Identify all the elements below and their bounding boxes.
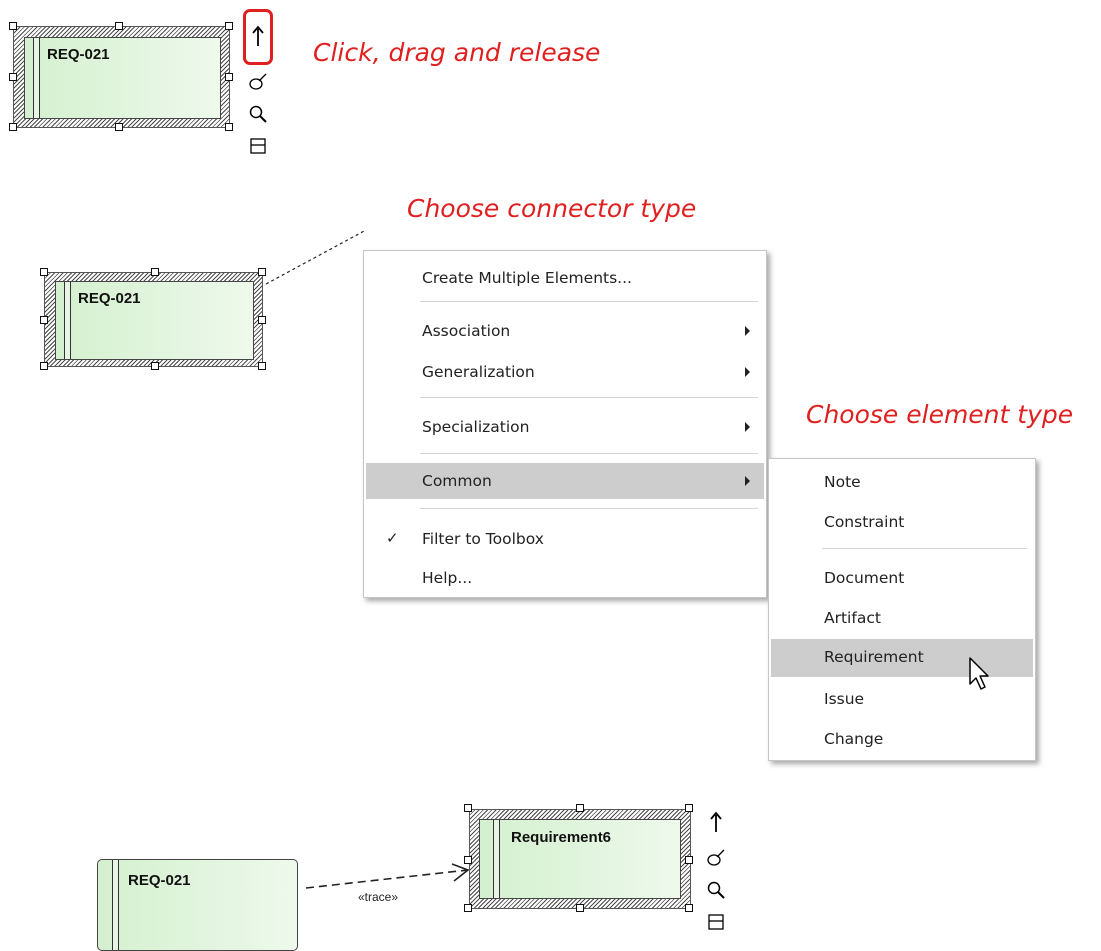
element-name: REQ-021 <box>47 46 110 63</box>
resize-handle[interactable] <box>258 362 266 370</box>
submenu-item-artifact[interactable]: Artifact <box>771 600 1033 636</box>
menu-separator <box>420 453 758 454</box>
up-arrow-icon[interactable] <box>248 25 268 46</box>
element-stripe <box>493 820 500 898</box>
requirement-element-req-021[interactable]: REQ-021 <box>97 859 298 951</box>
menu-separator <box>420 397 758 398</box>
magnifier-icon[interactable] <box>706 880 726 900</box>
resize-handle[interactable] <box>40 316 48 324</box>
menu-item-help[interactable]: Help... <box>366 560 764 596</box>
menu-item-common[interactable]: Common <box>366 463 764 499</box>
menu-item-association[interactable]: Association <box>366 313 764 349</box>
submenu-arrow-icon <box>745 422 750 432</box>
element-name: REQ-021 <box>78 290 141 307</box>
submenu-arrow-icon <box>745 367 750 377</box>
menu-item-generalization[interactable]: Generalization <box>366 354 764 390</box>
callout-choose-connector: Choose connector type <box>407 194 697 223</box>
resize-handle[interactable] <box>9 123 17 131</box>
resize-handle[interactable] <box>151 268 159 276</box>
submenu-arrow-icon <box>745 476 750 486</box>
menu-separator <box>822 548 1027 549</box>
callout-click-drag-release: Click, drag and release <box>313 38 601 67</box>
resize-handle[interactable] <box>225 22 233 30</box>
element-stripe <box>64 282 71 359</box>
connector-type-menu: Create Multiple Elements... Association … <box>363 250 767 598</box>
resize-handle[interactable] <box>576 804 584 812</box>
requirement-element-requirement6[interactable]: Requirement6 <box>479 819 681 899</box>
submenu-item-note[interactable]: Note <box>771 464 1033 500</box>
resize-handle[interactable] <box>115 22 123 30</box>
submenu-item-document[interactable]: Document <box>771 560 1033 596</box>
resize-handle[interactable] <box>258 316 266 324</box>
resize-handle[interactable] <box>464 856 472 864</box>
submenu-item-constraint[interactable]: Constraint <box>771 504 1033 540</box>
requirement-element-req-021[interactable]: REQ-021 <box>24 37 221 119</box>
element-stripe <box>112 860 119 950</box>
connector-label: «trace» <box>358 890 399 904</box>
resize-handle[interactable] <box>9 73 17 81</box>
element-stripe <box>33 38 40 118</box>
resize-handle[interactable] <box>225 73 233 81</box>
brush-icon[interactable] <box>248 72 268 92</box>
resize-handle[interactable] <box>40 268 48 276</box>
resize-handle[interactable] <box>464 904 472 912</box>
submenu-arrow-icon <box>745 326 750 336</box>
resize-handle[interactable] <box>115 123 123 131</box>
requirement-element-req-021[interactable]: REQ-021 <box>55 281 254 360</box>
element-name: REQ-021 <box>128 872 191 889</box>
callout-choose-element: Choose element type <box>806 400 1074 429</box>
element-name: Requirement6 <box>511 829 612 846</box>
checkmark-icon: ✓ <box>386 529 399 547</box>
resize-handle[interactable] <box>685 904 693 912</box>
brush-icon[interactable] <box>706 848 726 868</box>
drag-connector-line <box>265 229 367 285</box>
up-arrow-icon[interactable] <box>706 811 726 832</box>
resize-handle[interactable] <box>685 804 693 812</box>
resize-handle[interactable] <box>576 904 584 912</box>
mouse-cursor-icon <box>969 657 989 690</box>
resize-handle[interactable] <box>40 362 48 370</box>
magnifier-icon[interactable] <box>248 104 268 124</box>
window-icon[interactable] <box>248 136 268 156</box>
resize-handle[interactable] <box>464 804 472 812</box>
resize-handle[interactable] <box>151 362 159 370</box>
element-type-submenu: Note Constraint Document Artifact Requir… <box>768 458 1036 761</box>
menu-item-filter-to-toolbox[interactable]: ✓ Filter to Toolbox <box>366 521 764 557</box>
menu-item-create-multiple[interactable]: Create Multiple Elements... <box>366 260 764 296</box>
menu-separator <box>420 508 758 509</box>
window-icon[interactable] <box>706 912 726 932</box>
resize-handle[interactable] <box>225 123 233 131</box>
menu-separator <box>420 301 758 302</box>
submenu-item-change[interactable]: Change <box>771 721 1033 757</box>
resize-handle[interactable] <box>9 22 17 30</box>
menu-item-specialization[interactable]: Specialization <box>366 409 764 445</box>
resize-handle[interactable] <box>685 856 693 864</box>
